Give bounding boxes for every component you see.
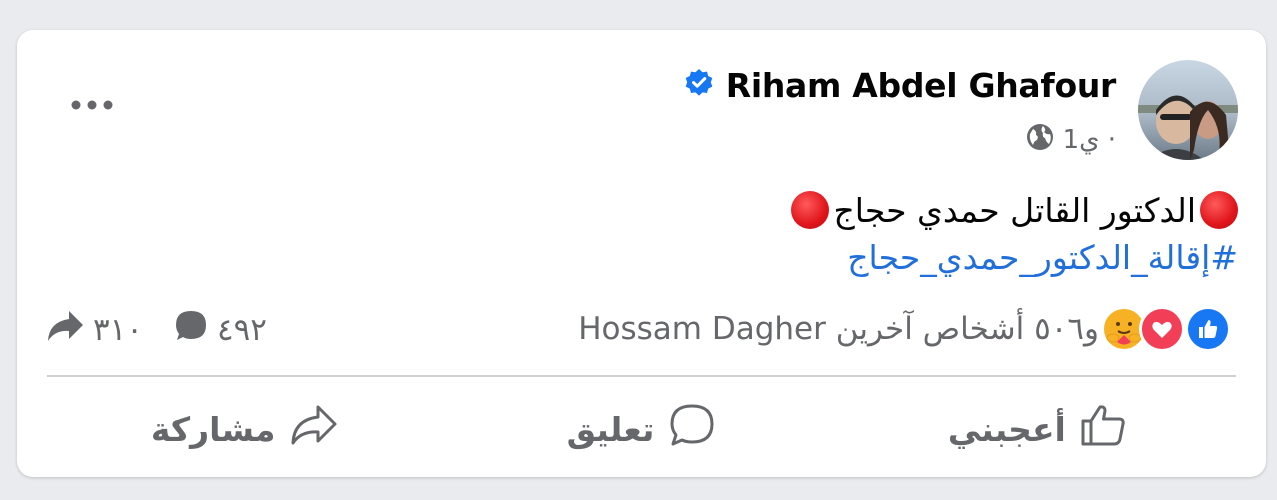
author-avatar[interactable] xyxy=(1138,60,1238,160)
engagement-counts: ٣١٠ ٤٩٢ xyxy=(45,308,267,352)
reactions-summary[interactable]: Hossam Dagher و٥٠٦ أشخاص آخرين xyxy=(578,306,1231,352)
like-icon xyxy=(1185,306,1231,352)
like-button[interactable]: أعجبني xyxy=(840,390,1236,468)
comment-button[interactable]: تعليق xyxy=(443,390,839,468)
shares-count[interactable]: ٣١٠ xyxy=(45,308,143,352)
shares-count-value: ٣١٠ xyxy=(93,312,143,348)
love-icon xyxy=(1139,306,1185,352)
reactors-text[interactable]: Hossam Dagher و٥٠٦ أشخاص آخرين xyxy=(578,311,1099,347)
more-icon xyxy=(71,100,113,110)
post-hashtag-link[interactable]: #إقالة_الدكتور_حمدي_حجاج xyxy=(847,238,1238,286)
red-stop-emoji-icon xyxy=(791,191,830,229)
comment-count-icon xyxy=(173,308,209,352)
share-button-label: مشاركة xyxy=(150,409,276,449)
share-count-icon xyxy=(45,308,85,352)
comments-count-value: ٤٩٢ xyxy=(216,312,267,348)
share-icon xyxy=(289,403,339,455)
more-options-button[interactable] xyxy=(67,90,117,120)
comment-button-label: تعليق xyxy=(566,409,655,449)
red-stop-emoji-icon xyxy=(1200,191,1238,229)
post-actions: أعجبني تعليق مشاركة xyxy=(47,390,1236,468)
verified-badge-icon xyxy=(684,68,714,102)
share-button[interactable]: مشاركة xyxy=(47,390,443,468)
post-meta: 1ي · xyxy=(1025,122,1116,158)
thumbs-up-icon xyxy=(1080,403,1128,455)
post-text-content: الدكتور القاتل حمدي حجاج xyxy=(833,190,1196,230)
like-button-label: أعجبني xyxy=(947,409,1066,449)
author-row: Riham Abdel Ghafour xyxy=(684,63,1116,107)
author-name[interactable]: Riham Abdel Ghafour xyxy=(726,66,1117,105)
post-card: Riham Abdel Ghafour 1ي · الدكتور القاتل … xyxy=(17,30,1266,477)
comment-icon xyxy=(668,402,716,456)
comments-count[interactable]: ٤٩٢ xyxy=(173,308,267,352)
post-time[interactable]: 1ي · xyxy=(1063,125,1116,155)
reaction-icons xyxy=(1101,306,1231,352)
actions-divider xyxy=(47,375,1236,377)
globe-icon xyxy=(1025,122,1055,159)
post-text: الدكتور القاتل حمدي حجاج xyxy=(791,185,1238,235)
